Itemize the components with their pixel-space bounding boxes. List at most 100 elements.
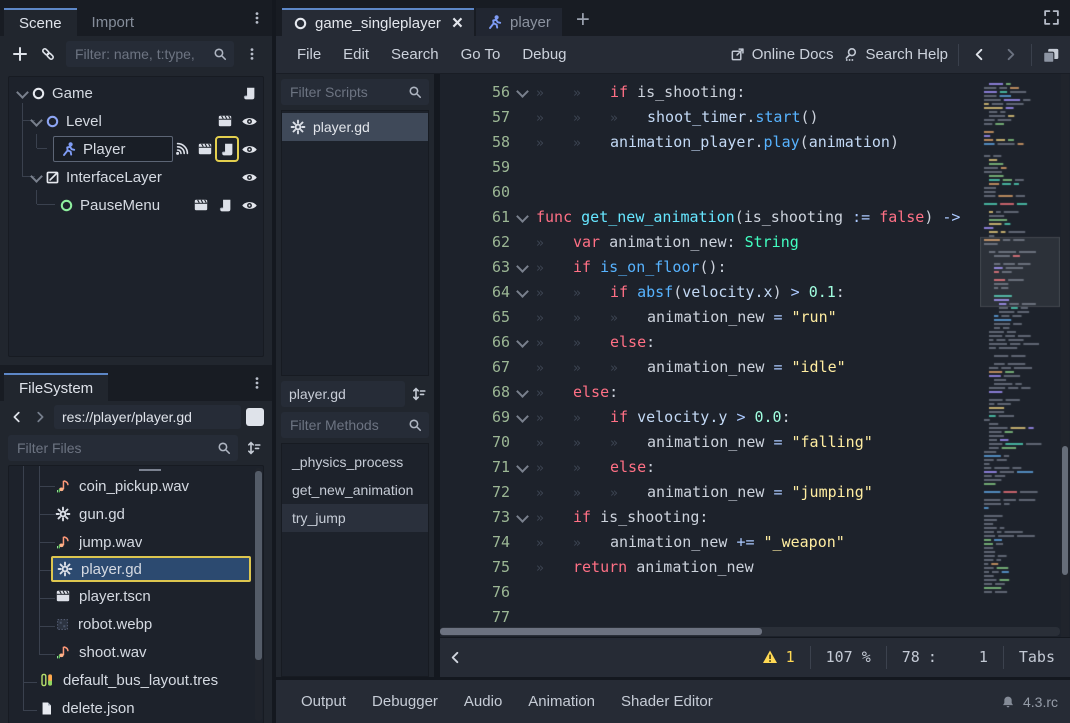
scene-node-pausemenu[interactable]: PauseMenu — [9, 191, 263, 219]
scene-node-player[interactable]: Player — [9, 135, 263, 163]
line-number[interactable]: 76 — [440, 583, 510, 601]
visibility-toggle[interactable] — [239, 195, 259, 215]
badge-movie[interactable] — [215, 111, 235, 131]
badge-script[interactable] — [215, 195, 235, 215]
indent-type-indicator[interactable]: Tabs — [1003, 646, 1070, 669]
code-line-69[interactable]: 69»»if velocity.y > 0.0: — [440, 404, 978, 429]
scene-tab-player[interactable]: player — [476, 8, 562, 36]
toggle-split-mode-icon[interactable] — [246, 408, 264, 426]
resource-path-input[interactable] — [54, 405, 241, 429]
menu-edit[interactable]: Edit — [332, 46, 380, 63]
code-line-74[interactable]: 74»»animation_new += "_weapon" — [440, 529, 978, 554]
line-number[interactable]: 60 — [440, 183, 510, 201]
badge-movie[interactable] — [191, 195, 211, 215]
distraction-free-icon[interactable] — [1043, 9, 1060, 26]
line-number[interactable]: 63 — [440, 258, 510, 276]
line-number[interactable]: 56 — [440, 83, 510, 101]
file-player-tscn[interactable]: player.tscn — [9, 582, 263, 610]
code-horizontal-scrollbar[interactable] — [440, 627, 1060, 636]
code-editor[interactable]: 56»»if is_shooting:57»»»shoot_timer.star… — [440, 74, 1070, 637]
code-line-65[interactable]: 65»»»animation_new = "run" — [440, 304, 978, 329]
file-coin_pickup-wav[interactable]: coin_pickup.wav — [9, 472, 263, 500]
line-number[interactable]: 72 — [440, 483, 510, 501]
scene-node-game[interactable]: Game — [9, 79, 263, 107]
file-sort-icon[interactable] — [244, 438, 264, 458]
code-vertical-scrollbar[interactable] — [1061, 74, 1069, 637]
badge-signal[interactable] — [173, 139, 192, 159]
code-line-57[interactable]: 57»»»shoot_timer.start() — [440, 104, 978, 129]
line-number[interactable]: 73 — [440, 508, 510, 526]
scene-node-level[interactable]: Level — [9, 107, 263, 135]
filter-scripts-input[interactable] — [288, 83, 408, 101]
bottom-panel-output[interactable]: Output — [288, 687, 359, 716]
code-line-64[interactable]: 64»»if absf(velocity.x) > 0.1: — [440, 279, 978, 304]
history-back-icon[interactable] — [8, 408, 26, 426]
badge-movie[interactable] — [195, 139, 214, 159]
fold-arrow-icon[interactable] — [510, 84, 536, 100]
fold-arrow-icon[interactable] — [510, 409, 536, 425]
scene-filter-input[interactable] — [73, 45, 209, 63]
panel-layout-icon[interactable] — [1042, 46, 1060, 64]
code-line-61[interactable]: 61func get_new_animation(is_shooting := … — [440, 204, 978, 229]
line-number[interactable]: 70 — [440, 433, 510, 451]
zoom-indicator[interactable]: 107 % — [810, 646, 886, 669]
code-line-68[interactable]: 68»else: — [440, 379, 978, 404]
close-tab-icon[interactable]: × — [452, 14, 463, 33]
line-number[interactable]: 68 — [440, 383, 510, 401]
menu-go-to[interactable]: Go To — [450, 46, 512, 63]
bottom-panel-audio[interactable]: Audio — [451, 687, 515, 716]
toggle-scripts-panel-icon[interactable] — [448, 650, 463, 665]
code-line-75[interactable]: 75»return animation_new — [440, 554, 978, 579]
filter-methods-input[interactable] — [288, 416, 408, 434]
tab-import[interactable]: Import — [77, 8, 150, 36]
code-line-73[interactable]: 73»if is_shooting: — [440, 504, 978, 529]
line-number[interactable]: 74 — [440, 533, 510, 551]
fold-arrow-icon[interactable] — [510, 334, 536, 350]
line-number[interactable]: 58 — [440, 133, 510, 151]
line-number[interactable]: 67 — [440, 358, 510, 376]
visibility-toggle[interactable] — [239, 111, 259, 131]
filesystem-scroll-grabber[interactable] — [255, 471, 262, 661]
script-item-player-gd[interactable]: player.gd — [282, 113, 428, 141]
code-line-58[interactable]: 58»»animation_player.play(animation) — [440, 129, 978, 154]
line-number[interactable]: 61 — [440, 208, 510, 226]
collapse-arrow-icon[interactable] — [29, 169, 45, 185]
line-number[interactable]: 62 — [440, 233, 510, 251]
code-line-67[interactable]: 67»»»animation_new = "idle" — [440, 354, 978, 379]
file-player-gd[interactable]: player.gd — [51, 556, 251, 582]
method-item-_physics_process[interactable]: _physics_process — [282, 448, 428, 476]
scene-node-interfacelayer[interactable]: InterfaceLayer — [9, 163, 263, 191]
line-number[interactable]: 77 — [440, 608, 510, 626]
line-number[interactable]: 69 — [440, 408, 510, 426]
fold-arrow-icon[interactable] — [510, 284, 536, 300]
file-delete-json[interactable]: delete.json — [9, 694, 263, 722]
member-sort-icon[interactable] — [409, 384, 429, 404]
menu-file[interactable]: File — [286, 46, 332, 63]
filesystem-menu-icon[interactable] — [250, 376, 264, 390]
method-item-get_new_animation[interactable]: get_new_animation — [282, 476, 428, 504]
file-robot-webp[interactable]: robot.webp — [9, 610, 263, 638]
badge-script[interactable] — [218, 139, 237, 159]
collapse-arrow-icon[interactable] — [29, 113, 45, 129]
code-line-59[interactable]: 59 — [440, 154, 978, 179]
file-jump-wav[interactable]: jump.wav — [9, 528, 263, 556]
vertical-scroll-grabber[interactable] — [1062, 446, 1068, 575]
code-line-60[interactable]: 60 — [440, 179, 978, 204]
visibility-toggle[interactable] — [239, 167, 259, 187]
code-line-72[interactable]: 72»»»animation_new = "jumping" — [440, 479, 978, 504]
collapse-arrow-icon[interactable] — [15, 85, 31, 101]
horizontal-scroll-grabber[interactable] — [440, 628, 762, 635]
line-number[interactable]: 64 — [440, 283, 510, 301]
code-line-76[interactable]: 76 — [440, 579, 978, 604]
line-number[interactable]: 57 — [440, 108, 510, 126]
menu-search[interactable]: Search — [380, 46, 450, 63]
bottom-panel-shader-editor[interactable]: Shader Editor — [608, 687, 726, 716]
add-node-icon[interactable] — [10, 44, 30, 64]
instance-scene-link-icon[interactable] — [38, 44, 58, 64]
warnings-indicator[interactable]: 1 — [747, 646, 810, 669]
scene-tab-game_singleplayer[interactable]: game_singleplayer× — [282, 8, 474, 36]
fold-arrow-icon[interactable] — [510, 509, 536, 525]
script-back-icon[interactable] — [969, 47, 990, 62]
code-line-71[interactable]: 71»»else: — [440, 454, 978, 479]
code-line-62[interactable]: 62»var animation_new: String — [440, 229, 978, 254]
